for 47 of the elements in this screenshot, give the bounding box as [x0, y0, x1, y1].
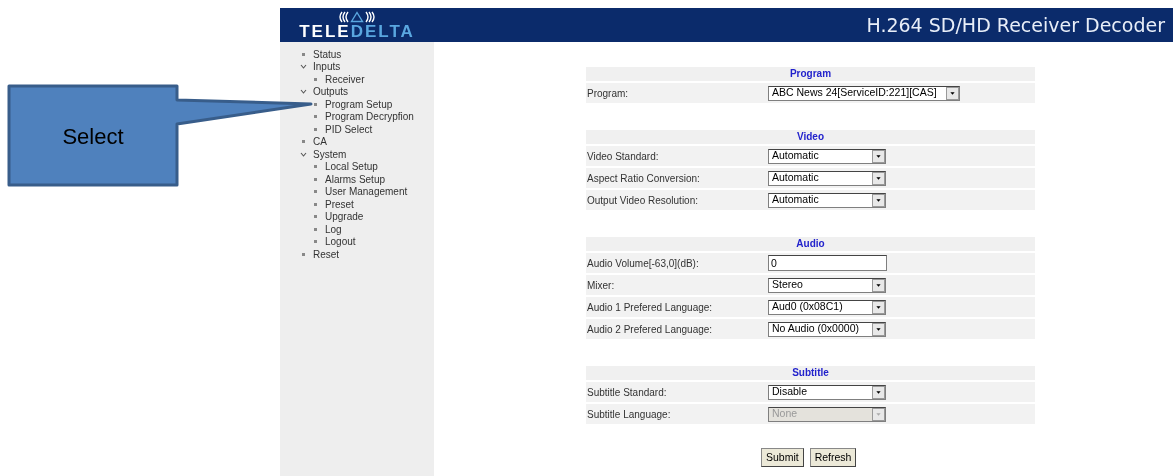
- bullet-icon: [314, 227, 317, 231]
- field-label: Audio 1 Prefered Language:: [586, 300, 714, 315]
- page-title: H.264 SD/HD Receiver Decoder: [866, 12, 1166, 38]
- field-label: Audio Volume[-63,0](dB):: [586, 256, 700, 271]
- bullet-icon: [314, 77, 317, 81]
- section-header: Audio: [586, 237, 1035, 251]
- select-field[interactable]: Automatic: [768, 148, 886, 164]
- form-button[interactable]: Refresh: [809, 448, 857, 467]
- logo-icon: [338, 10, 376, 23]
- form-button[interactable]: Submit: [761, 448, 804, 467]
- field-label: Aspect Ratio Conversion:: [586, 171, 701, 186]
- bullet-icon: [314, 127, 317, 131]
- section-header: Program: [586, 67, 1035, 81]
- field-label: Audio 2 Prefered Language:: [586, 322, 714, 337]
- bullet-icon: [302, 140, 305, 144]
- bullet-icon: [314, 240, 317, 244]
- bullet-icon: [314, 177, 317, 181]
- bullet-icon: [314, 190, 317, 194]
- field-label: Video Standard:: [586, 149, 660, 164]
- select-field[interactable]: No Audio (0x0000): [768, 321, 886, 337]
- field-label: Output Video Resolution:: [586, 193, 699, 208]
- callout-text: Select: [62, 124, 124, 149]
- bullet-icon: [314, 165, 317, 169]
- section-header: Subtitle: [586, 366, 1035, 380]
- field-label: Subtitle Language:: [586, 407, 672, 422]
- select-field[interactable]: Stereo: [768, 277, 886, 293]
- bullet-icon: [314, 202, 317, 206]
- select-field[interactable]: Automatic: [768, 192, 886, 208]
- bullet-icon: [314, 215, 317, 219]
- bullet-icon: [302, 252, 305, 256]
- menu-item[interactable]: Status: [313, 46, 342, 62]
- select-field[interactable]: Aud0 (0x08C1): [768, 299, 886, 315]
- chevron-down-icon[interactable]: [300, 150, 307, 158]
- select-field[interactable]: ABC News 24[ServiceID:221][CAS]: [768, 85, 960, 101]
- field-label: Program:: [586, 86, 630, 101]
- input-field[interactable]: 0: [768, 255, 887, 271]
- field-label: Subtitle Standard:: [586, 385, 668, 400]
- section-header: Video: [586, 130, 1035, 144]
- bullet-icon: [314, 102, 317, 106]
- chevron-down-icon[interactable]: [300, 88, 307, 96]
- bullet-icon: [314, 115, 317, 119]
- bullet-icon: [302, 52, 305, 56]
- chevron-down-icon[interactable]: [300, 63, 307, 71]
- field-label: Mixer:: [586, 278, 616, 293]
- logo-text: TELE DELTA: [299, 22, 415, 40]
- select-field[interactable]: Disable: [768, 384, 886, 400]
- select-field[interactable]: Automatic: [768, 170, 886, 186]
